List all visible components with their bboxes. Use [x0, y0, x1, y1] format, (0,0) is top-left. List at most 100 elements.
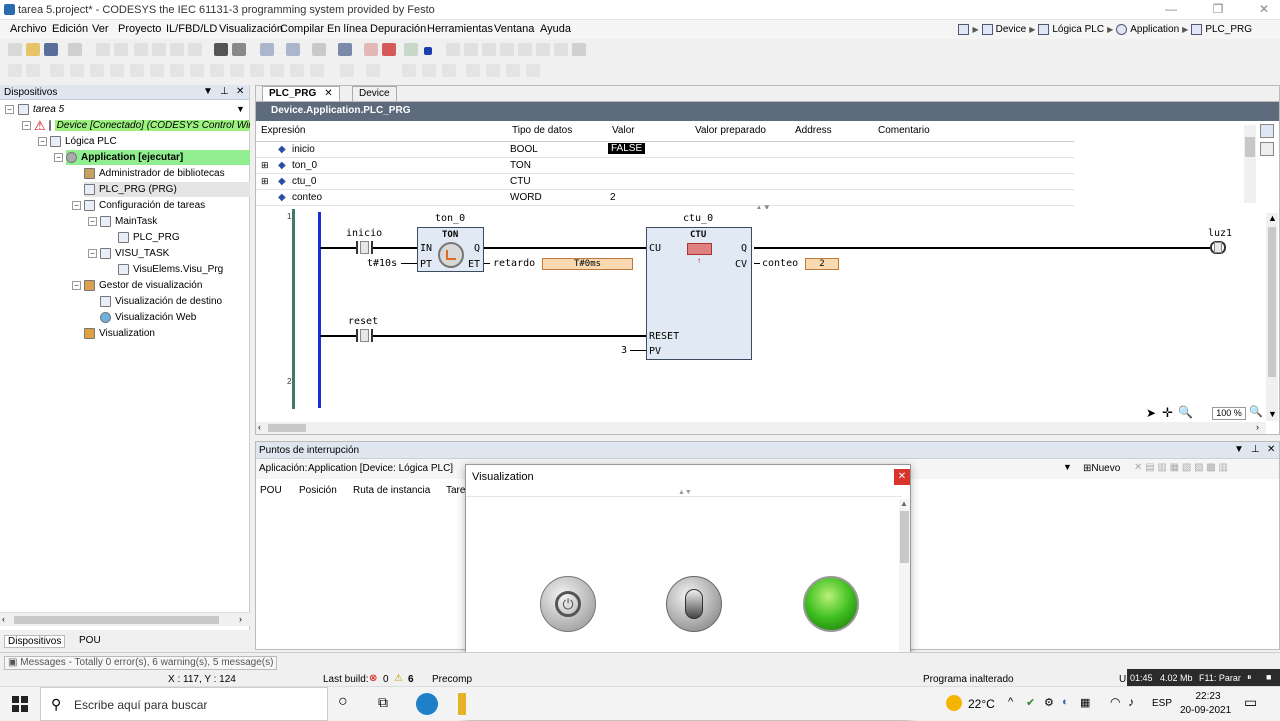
clock-time[interactable]: 22:23: [1192, 691, 1224, 702]
var-reset-label[interactable]: reset: [348, 316, 378, 327]
collapse-icon[interactable]: −: [88, 217, 97, 226]
cut-icon[interactable]: [134, 43, 148, 56]
breadcrumb-plc-logic[interactable]: Lógica PLC: [1052, 24, 1104, 35]
col-comment[interactable]: Comentario: [878, 125, 930, 136]
new-file-icon[interactable]: [8, 43, 22, 56]
fbd-coil-icon[interactable]: [170, 64, 184, 77]
tree-item-visuelems[interactable]: VisuElems.Visu_Prg: [118, 262, 223, 277]
power-button[interactable]: ⏻: [540, 576, 596, 632]
scroll-right-icon[interactable]: ›: [239, 614, 242, 624]
fbd-edge-icon[interactable]: [422, 64, 436, 77]
tree-item-maintask-plc-prg[interactable]: PLC_PRG: [118, 230, 180, 245]
splitter-arrows-icon[interactable]: ▲▼: [678, 489, 692, 496]
menu-il-fbd-ld[interactable]: IL/FBD/LD: [166, 23, 217, 35]
table-row[interactable]: ◆ conteo WORD 2: [256, 190, 1074, 206]
canvas-horizontal-scrollbar[interactable]: ‹ ›: [256, 422, 1266, 434]
language-indicator[interactable]: ESP: [1152, 698, 1172, 709]
tab-pou[interactable]: POU: [76, 635, 104, 646]
tree-item-task-config[interactable]: Configuración de tareas: [84, 198, 205, 213]
col-address[interactable]: Address: [795, 125, 832, 136]
scroll-thumb[interactable]: [14, 616, 219, 624]
col-pou[interactable]: POU: [260, 485, 282, 496]
breadcrumb-plc-prg[interactable]: PLC_PRG: [1205, 24, 1252, 35]
delete-icon[interactable]: [188, 43, 202, 56]
home-icon[interactable]: [958, 23, 970, 35]
replace-icon[interactable]: [232, 43, 246, 56]
collapse-icon[interactable]: −: [72, 201, 81, 210]
tab-plc-prg[interactable]: PLC_PRG ✕: [262, 86, 340, 101]
step-into-icon[interactable]: [464, 43, 478, 56]
var-inicio-label[interactable]: inicio: [346, 228, 382, 239]
col-instance-path[interactable]: Ruta de instancia: [353, 485, 430, 496]
customize-toolbar-icon[interactable]: [572, 43, 586, 56]
pan-tool-icon[interactable]: ✛: [1162, 405, 1173, 421]
tray-app-icon[interactable]: ✔: [1026, 696, 1035, 709]
tree-item-web-visu[interactable]: Visualización Web: [100, 310, 196, 325]
minimize-icon[interactable]: —: [1157, 2, 1185, 18]
tab-dispositivos[interactable]: Dispositivos: [4, 635, 66, 648]
task-view-icon[interactable]: ⧉: [378, 694, 388, 711]
file-explorer-icon[interactable]: [458, 693, 466, 715]
toggle-switch[interactable]: [666, 576, 722, 632]
fbd-tool-icon[interactable]: [26, 64, 40, 77]
tab-device[interactable]: Device: [352, 86, 397, 101]
fbd-network-icon[interactable]: [50, 64, 64, 77]
temperature[interactable]: 22°C: [968, 697, 995, 711]
fbd-label-icon[interactable]: [340, 64, 354, 77]
breakpoint-icon[interactable]: [500, 43, 514, 56]
fbd-tool-icon[interactable]: [8, 64, 22, 77]
panel-menu-icon[interactable]: ▼: [203, 86, 213, 97]
fbd-jump-icon[interactable]: [210, 64, 224, 77]
write-values-icon[interactable]: [518, 43, 532, 56]
collapse-icon[interactable]: −: [88, 249, 97, 258]
step-out-icon[interactable]: [482, 43, 496, 56]
expand-icon[interactable]: ⊞: [261, 160, 269, 171]
messages-tab[interactable]: ▣ Messages - Totally 0 error(s), 6 warni…: [4, 656, 278, 670]
fbd-contact-icon[interactable]: [110, 64, 124, 77]
fbd-canvas[interactable]: 1 2 inicio ton_0 TON IN PT Q ET t#10s re…: [256, 209, 1266, 421]
fbd-branch-icon[interactable]: [190, 64, 204, 77]
pointer-tool-icon[interactable]: ➤: [1146, 406, 1156, 420]
tray-app-icon[interactable]: ◐: [1062, 696, 1069, 708]
unforce-icon[interactable]: [554, 43, 568, 56]
fbd-assign-icon[interactable]: [290, 64, 304, 77]
tab-close-icon[interactable]: ✕: [324, 88, 332, 99]
tree-item-maintask[interactable]: MainTask: [100, 214, 157, 229]
var-luz1-label[interactable]: luz1: [1208, 228, 1232, 239]
scroll-thumb[interactable]: [268, 424, 306, 432]
ctu-instance-name[interactable]: ctu_0: [683, 213, 713, 224]
fbd-set-icon[interactable]: [366, 64, 380, 77]
taskbar-search[interactable]: ⚲ Escribe aquí para buscar: [40, 687, 328, 721]
scroll-up-icon[interactable]: ▲: [1268, 213, 1277, 223]
col-value[interactable]: Valor: [612, 125, 635, 136]
table-row[interactable]: ◆ inicio BOOL FALSE: [256, 142, 1074, 158]
tree-item-plc-prg[interactable]: PLC_PRG (PRG): [84, 182, 250, 197]
panel-close-icon[interactable]: ✕: [1267, 444, 1275, 455]
scroll-left-icon[interactable]: ‹: [258, 422, 261, 432]
scroll-thumb[interactable]: [1268, 227, 1276, 377]
pin-icon[interactable]: ⊥: [1251, 444, 1260, 455]
collapse-icon[interactable]: −: [38, 137, 47, 146]
fbd-tool-icon[interactable]: [526, 64, 540, 77]
table-row[interactable]: ⊞ ◆ ton_0 TON: [256, 158, 1074, 174]
step-over-icon[interactable]: [446, 43, 460, 56]
menu-en-linea[interactable]: En línea: [327, 23, 367, 35]
paste-icon[interactable]: [170, 43, 184, 56]
pt-value[interactable]: t#10s: [367, 258, 397, 269]
scroll-down-icon[interactable]: ▼: [1268, 409, 1277, 419]
tray-app-icon[interactable]: ▦: [1080, 696, 1090, 709]
redo-icon[interactable]: [114, 43, 128, 56]
find-icon[interactable]: [214, 43, 228, 56]
tree-item-library-manager[interactable]: Administrador de bibliotecas: [84, 166, 225, 181]
var-conteo-label[interactable]: conteo: [762, 258, 798, 269]
tree-item-visu-task[interactable]: VISU_TASK: [100, 246, 169, 261]
tree-item-plc-logic[interactable]: Lógica PLC: [50, 134, 117, 149]
tree-item-application[interactable]: Application [ejecutar]: [66, 150, 250, 165]
zoom-level[interactable]: 100 %: [1212, 407, 1246, 420]
pv-value[interactable]: 3: [621, 345, 627, 356]
menu-herramientas[interactable]: Herramientas: [427, 23, 493, 35]
new-breakpoint-button[interactable]: ⊞Nuevo: [1083, 463, 1120, 474]
scroll-left-icon[interactable]: ‹: [2, 614, 5, 624]
menu-compilar[interactable]: Compilar: [280, 23, 324, 35]
expand-icon[interactable]: ⊞: [261, 176, 269, 187]
